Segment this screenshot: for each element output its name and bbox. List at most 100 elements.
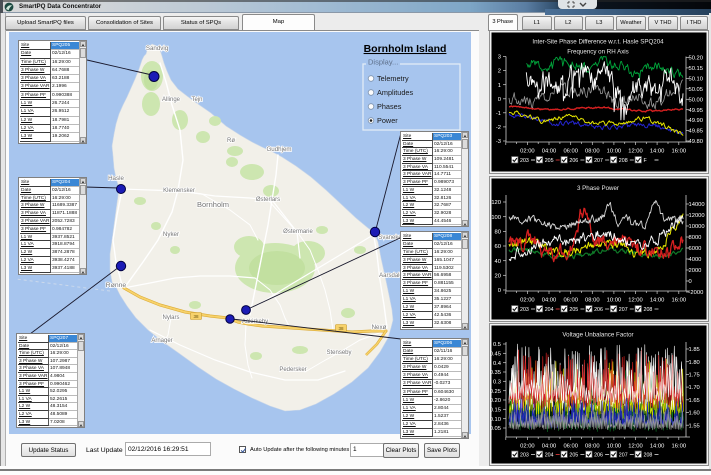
svg-text:04:00: 04:00 (542, 444, 557, 450)
svg-text:Bornholm Island: Bornholm Island (364, 43, 447, 55)
svg-text:3 Phase Power: 3 Phase Power (577, 185, 619, 192)
svg-text:0.5: 0.5 (493, 342, 501, 348)
svg-text:12:00: 12:00 (628, 444, 643, 450)
svg-text:Østermarie: Østermarie (283, 229, 313, 235)
svg-text:1.75: 1.75 (689, 373, 700, 379)
svg-text:-3: -3 (496, 139, 501, 145)
svg-text:1.70: 1.70 (689, 385, 700, 391)
svg-text:0.25: 0.25 (490, 389, 501, 395)
svg-text:208: 208 (644, 453, 653, 459)
svg-text:50.10: 50.10 (689, 77, 704, 83)
svg-text:Tejn: Tejn (191, 97, 202, 103)
svg-text:203: 203 (520, 453, 529, 459)
svg-text:0.10: 0.10 (490, 417, 501, 423)
svg-text:08:00: 08:00 (585, 444, 600, 450)
svg-text:Rønne: Rønne (106, 282, 127, 289)
svg-text:49.85: 49.85 (689, 129, 704, 135)
svg-text:08:00: 08:00 (585, 149, 600, 155)
svg-text:-2000: -2000 (689, 290, 704, 296)
svg-text:204: 204 (545, 453, 554, 459)
svg-text:4000: 4000 (689, 257, 702, 263)
svg-text:0.3: 0.3 (493, 379, 501, 385)
svg-text:12000: 12000 (689, 213, 705, 219)
svg-text:203: 203 (520, 307, 529, 313)
svg-text:06:00: 06:00 (563, 444, 578, 450)
svg-text:50.20: 50.20 (689, 56, 704, 62)
svg-text:0: 0 (689, 279, 692, 285)
svg-text:-1: -1 (496, 111, 501, 117)
svg-text:1.80: 1.80 (689, 360, 700, 366)
svg-text:04:00: 04:00 (542, 298, 557, 304)
svg-text:0: 0 (498, 97, 501, 103)
svg-text:2000: 2000 (689, 268, 702, 274)
svg-text:14:00: 14:00 (650, 149, 665, 155)
svg-text:16:00: 16:00 (672, 149, 687, 155)
svg-text:6000: 6000 (689, 246, 702, 252)
svg-text:38: 38 (193, 314, 199, 319)
svg-text:Gudhjem: Gudhjem (266, 146, 291, 153)
svg-text:16:00: 16:00 (672, 298, 687, 304)
svg-text:207: 207 (619, 453, 628, 459)
svg-text:Hasle: Hasle (108, 175, 124, 182)
svg-text:208: 208 (644, 307, 653, 313)
svg-text:50.00: 50.00 (689, 97, 704, 103)
svg-text:Amplitudes: Amplitudes (377, 88, 413, 97)
svg-text:12:00: 12:00 (628, 298, 643, 304)
svg-text:Nyker: Nyker (163, 231, 179, 238)
svg-text:1.55: 1.55 (689, 423, 700, 429)
svg-text:14000: 14000 (689, 202, 705, 208)
svg-text:06:00: 06:00 (563, 149, 578, 155)
svg-text:1.65: 1.65 (689, 398, 700, 404)
svg-text:02:00: 02:00 (520, 149, 535, 155)
svg-text:0.35: 0.35 (490, 370, 501, 376)
svg-text:207: 207 (594, 158, 603, 164)
svg-text:50.15: 50.15 (689, 66, 704, 72)
svg-text:02:00: 02:00 (520, 444, 535, 450)
svg-text:49.80: 49.80 (689, 139, 704, 145)
svg-text:208: 208 (619, 158, 628, 164)
svg-text:1: 1 (498, 83, 501, 89)
svg-text:0.45: 0.45 (490, 351, 501, 357)
svg-text:203: 203 (520, 158, 529, 164)
svg-text:Inter-Site Phase Difference w.: Inter-Site Phase Difference w.r.t. Hasle… (532, 39, 664, 46)
svg-text:50.05: 50.05 (689, 87, 704, 93)
svg-text:Arnager: Arnager (151, 338, 172, 344)
svg-text:206: 206 (594, 307, 603, 313)
svg-text:204: 204 (545, 307, 554, 313)
svg-text:205: 205 (545, 158, 554, 164)
svg-text:Phases: Phases (377, 102, 402, 111)
svg-text:206: 206 (594, 453, 603, 459)
svg-text:0: 0 (498, 288, 501, 294)
svg-text:60: 60 (495, 244, 501, 250)
svg-text:Sandvig: Sandvig (146, 45, 169, 52)
svg-text:04:00: 04:00 (542, 149, 557, 155)
svg-text:10:00: 10:00 (607, 444, 622, 450)
svg-text:08:00: 08:00 (585, 298, 600, 304)
svg-text:02:00: 02:00 (520, 298, 535, 304)
svg-text:1.60: 1.60 (689, 411, 700, 417)
svg-text:14:00: 14:00 (650, 444, 665, 450)
svg-text:0.20: 0.20 (490, 398, 501, 404)
svg-text:Svaneke: Svaneke (378, 235, 402, 241)
svg-text:80: 80 (495, 230, 501, 236)
svg-text:10:00: 10:00 (607, 298, 622, 304)
svg-text:20: 20 (495, 273, 501, 279)
svg-text:Klemensker: Klemensker (163, 188, 195, 194)
svg-text:Østerlars: Østerlars (256, 197, 280, 203)
svg-text:205: 205 (569, 307, 578, 313)
svg-text:2: 2 (498, 69, 501, 75)
svg-text:16:00: 16:00 (672, 444, 687, 450)
svg-text:1.85: 1.85 (689, 347, 700, 353)
svg-text:Bornholm: Bornholm (197, 200, 229, 209)
svg-text:Telemetry: Telemetry (377, 74, 409, 83)
svg-text:-2: -2 (496, 125, 501, 131)
svg-text:06:00: 06:00 (563, 298, 578, 304)
svg-text:Rø: Rø (227, 138, 235, 144)
svg-text:10:00: 10:00 (607, 149, 622, 155)
svg-text:Pedersker: Pedersker (279, 367, 306, 373)
svg-text:8000: 8000 (689, 235, 702, 241)
svg-text:Frequency on RH Axis: Frequency on RH Axis (567, 49, 629, 56)
svg-text:120: 120 (491, 200, 501, 206)
svg-text:Voltage Unbalance Factor: Voltage Unbalance Factor (562, 332, 633, 339)
svg-text:Display...: Display... (368, 58, 398, 67)
